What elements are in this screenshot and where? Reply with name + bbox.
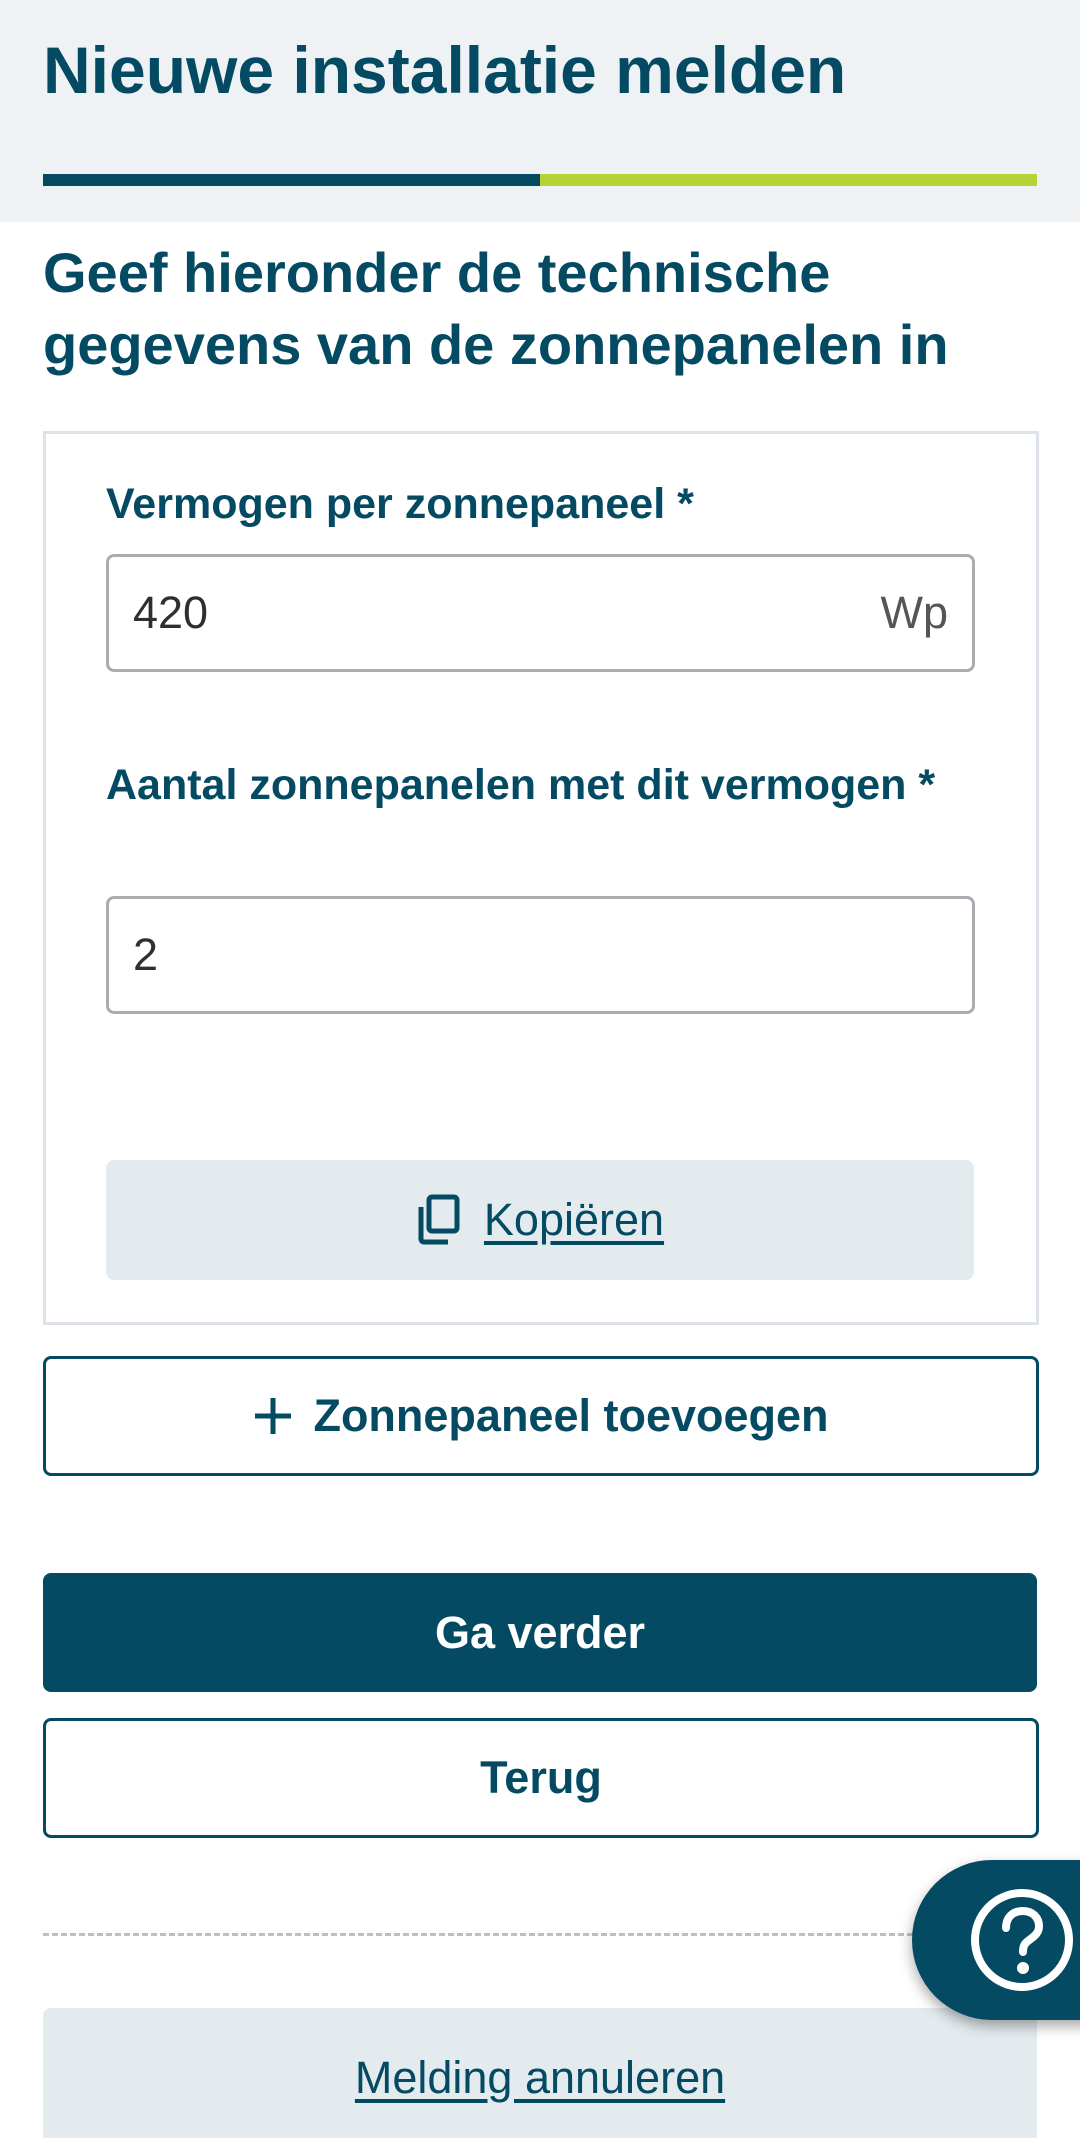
count-field-label: Aantal zonnepanelen met dit vermogen *	[106, 761, 936, 809]
back-button[interactable]: Terug	[43, 1718, 1039, 1838]
copy-button[interactable]: Kopiëren	[106, 1160, 974, 1280]
cancel-report-link[interactable]: Melding annuleren	[355, 2050, 725, 2106]
copy-button-label: Kopiëren	[483, 1194, 665, 1245]
progress-bar-fill	[43, 174, 540, 186]
continue-button-label: Ga verder	[434, 1606, 646, 1658]
plus-icon	[255, 1398, 292, 1434]
cancel-section: Melding annuleren	[43, 2008, 1037, 2138]
dashed-divider	[43, 1933, 913, 1936]
question-circle-icon	[971, 1889, 1073, 1991]
power-field-label: Vermogen per zonnepaneel *	[106, 480, 694, 528]
count-input-value[interactable]: 2	[133, 899, 158, 1011]
add-solar-panel-button[interactable]: Zonnepaneel toevoegen	[43, 1356, 1039, 1476]
count-input[interactable]: 2	[106, 896, 975, 1014]
add-solar-panel-label: Zonnepaneel toevoegen	[313, 1390, 829, 1441]
help-button[interactable]	[912, 1860, 1080, 2020]
power-input[interactable]: 420 Wp	[106, 554, 975, 672]
app-header: Nieuwe installatie melden	[0, 0, 1080, 222]
progress-bar	[43, 174, 1037, 186]
power-unit-suffix: Wp	[880, 587, 949, 638]
page-title: Nieuwe installatie melden	[43, 33, 847, 107]
power-input-value[interactable]: 420	[133, 557, 208, 669]
back-button-label: Terug	[480, 1752, 602, 1803]
section-heading: Geef hieronder de technische gegevens va…	[43, 241, 949, 376]
copy-icon	[418, 1194, 460, 1245]
continue-button[interactable]: Ga verder	[43, 1573, 1037, 1692]
